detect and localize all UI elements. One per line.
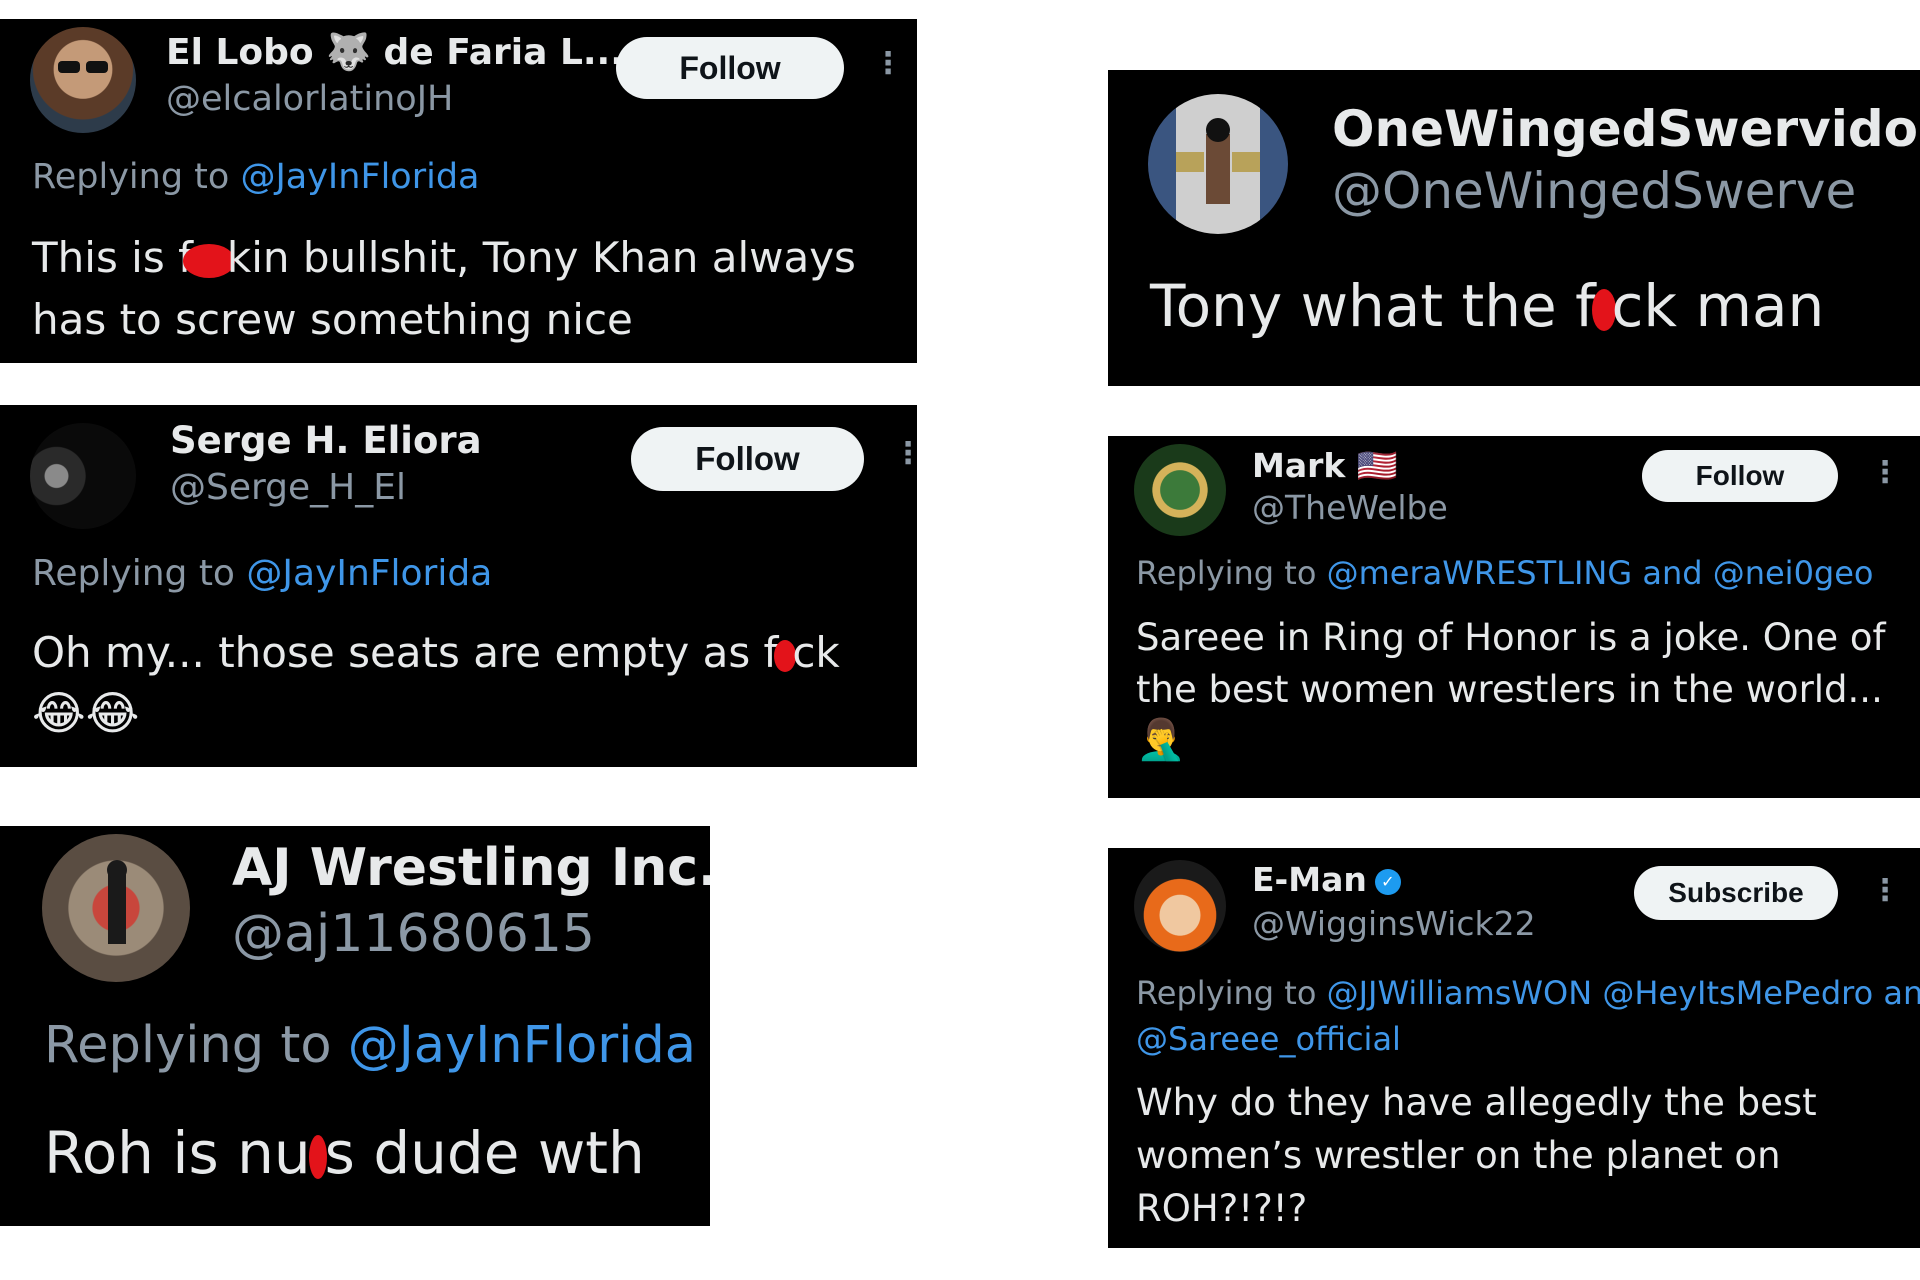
avatar[interactable] (1134, 444, 1226, 536)
mention-link[interactable]: @JayInFlorida (246, 553, 492, 594)
display-name[interactable]: OneWingedSwervido (1332, 100, 1918, 158)
replying-to-label: Replying to (32, 553, 247, 594)
mention-link[interactable]: @JayInFlorida (240, 157, 479, 197)
replying-to: Replying to @JayInFlorida (32, 553, 492, 594)
display-name[interactable]: Mark 🇺🇸 (1252, 446, 1398, 486)
replying-to-label: Replying to (1136, 554, 1327, 592)
tweet-card-onewinged: OneWingedSwervido @OneWingedSwerve Tony … (1108, 70, 1920, 386)
laughing-emoji: 😂😂 (32, 686, 140, 740)
avatar[interactable] (1148, 94, 1288, 234)
tweet-card-serge: Serge H. Eliora @Serge_H_El Follow ⋮ Rep… (0, 405, 917, 767)
follow-button[interactable]: Follow (616, 37, 844, 99)
tweet-text-end: ck (792, 628, 840, 677)
avatar[interactable] (30, 27, 136, 133)
facepalm-emoji: 🤦‍♂️ (1136, 717, 1186, 763)
tweet-text: Why do they have allegedly the best wome… (1136, 1081, 1817, 1230)
display-name[interactable]: El Lobo 🐺 de Faria L... (166, 31, 624, 73)
handle[interactable]: @WigginsWick22 (1252, 904, 1536, 943)
tweet-text-start: Roh is nu (44, 1119, 311, 1187)
mention-link[interactable]: @JayInFlorida (348, 1016, 696, 1075)
replying-to: Replying to @JayInFlorida (32, 157, 480, 197)
mention-link[interactable]: @meraWRESTLING and @nei0geo (1327, 554, 1874, 592)
display-name[interactable]: Serge H. Eliora (170, 419, 482, 462)
tweet-card-el-lobo: El Lobo 🐺 de Faria L... @elcalorlatinoJH… (0, 19, 917, 363)
wrestler-with-belts-icon (1176, 118, 1260, 204)
handle[interactable]: @aj11680615 (232, 904, 595, 964)
handle[interactable]: @elcalorlatinoJH (166, 79, 453, 119)
more-options-icon[interactable]: ⋮ (1870, 876, 1900, 906)
tweet-text: Roh is nu s dude wth (44, 1118, 704, 1188)
display-name-text: E-Man (1252, 860, 1367, 899)
follow-button[interactable]: Follow (1642, 450, 1838, 502)
handle[interactable]: @Serge_H_El (170, 467, 406, 508)
sunglasses-icon (58, 61, 108, 73)
tweet-text: Oh my... those seats are empty as f ck 😂😂 (32, 623, 912, 745)
replying-to-label: Replying to (44, 1016, 348, 1075)
wrestler-silhouette-icon (107, 860, 127, 944)
tweet-text-end: s dude wth (324, 1119, 645, 1187)
avatar[interactable] (42, 834, 190, 982)
tweet-card-aj-wrestling: AJ Wrestling Inc. @aj11680615 Replying t… (0, 826, 710, 1226)
subscribe-button[interactable]: Subscribe (1634, 866, 1838, 920)
tweet-card-mark: Mark 🇺🇸 @TheWelbe Follow ⋮ Replying to @… (1108, 436, 1920, 798)
replying-to: Replying to @meraWRESTLING and @nei0geo (1136, 554, 1874, 592)
tweet-card-e-man: E-Man ✓ @WigginsWick22 Subscribe ⋮ Replyi… (1108, 848, 1920, 1248)
tweet-text: Sareee in Ring of Honor is a joke. One o… (1136, 616, 1886, 711)
display-name[interactable]: E-Man ✓ (1252, 860, 1401, 899)
avatar[interactable] (1134, 860, 1226, 952)
follow-button[interactable]: Follow (631, 427, 864, 491)
tweet-text-start: Tony what the f (1150, 272, 1596, 340)
replying-to: Replying to @JJWilliamsWON @HeyItsMePedr… (1136, 970, 1920, 1062)
more-options-icon[interactable]: ⋮ (893, 439, 917, 469)
handle[interactable]: @OneWingedSwerve (1332, 162, 1856, 220)
handle[interactable]: @TheWelbe (1252, 488, 1448, 527)
replying-to: Replying to @JayInFlorida (44, 1016, 696, 1075)
more-options-icon[interactable]: ⋮ (873, 49, 903, 79)
replying-to-label: Replying to (32, 157, 241, 197)
more-options-icon[interactable]: ⋮ (1870, 458, 1900, 488)
tweet-text-start: This is f (32, 233, 193, 282)
tweet-text: This is f kin bullshit, Tony Khan always … (32, 227, 902, 351)
tweet-text-start: Oh my... those seats are empty as f (32, 628, 779, 677)
replying-to-label: Replying to (1136, 974, 1327, 1012)
display-name[interactable]: AJ Wrestling Inc. (232, 838, 710, 898)
mention-link[interactable]: @JJWilliamsWON @HeyItsMePedro and (1327, 974, 1920, 1012)
mention-link-sareee[interactable]: @Sareee_official (1136, 1020, 1401, 1058)
tweet-text: Tony what the f ck man (1150, 270, 1910, 342)
verified-badge-icon: ✓ (1374, 868, 1401, 895)
tweet-text-end: ck man (1611, 272, 1825, 340)
avatar[interactable] (30, 423, 136, 529)
